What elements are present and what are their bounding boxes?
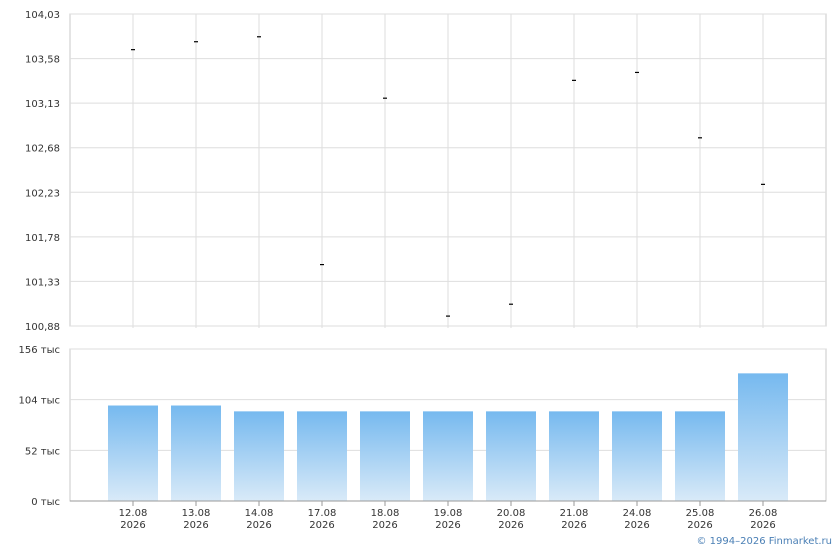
x-tick-label: 24.08 2026 [623, 508, 652, 531]
chart: 104,03 103,58 103,13 102,68 102,23 101,78 101,… [19, 10, 827, 531]
price-y-tick-label: 102,68 [25, 144, 60, 155]
price-y-tick-label: 100,88 [25, 322, 60, 333]
volume-bar [234, 411, 284, 501]
volume-bar [486, 411, 536, 501]
volume-y-tick-label: 52 тыс [25, 446, 60, 457]
x-tick-label: 18.08 2026 [371, 508, 400, 531]
volume-bar [171, 405, 221, 501]
price-y-tick-label: 104,03 [25, 10, 60, 21]
x-axis: 12.08 2026 13.08 2026 14.08 2026 17.08 2026 18.0… [70, 500, 826, 531]
volume-bar [675, 411, 725, 501]
volume-bar [549, 411, 599, 501]
x-tick-label: 19.08 2026 [434, 508, 463, 531]
volume-bar [360, 411, 410, 501]
x-tick-label: 17.08 2026 [308, 508, 337, 531]
volume-y-tick-label: 104 тыс [19, 396, 60, 407]
volume-y-tick-label: 156 тыс [19, 345, 60, 356]
x-tick-label: 26.08 2026 [749, 508, 778, 531]
x-tick-label: 25.08 2026 [686, 508, 715, 531]
price-y-tick-label: 102,23 [25, 188, 60, 199]
volume-bar [423, 411, 473, 501]
x-tick-label: 20.08 2026 [497, 508, 526, 531]
price-y-tick-label: 101,33 [25, 277, 60, 288]
price-y-tick-label: 101,78 [25, 233, 60, 244]
volume-panel: 156 тыс 104 тыс 52 тыс 0 тыс [19, 345, 827, 508]
x-tick-label: 14.08 2026 [245, 508, 274, 531]
volume-y-tick-label: 0 тыс [31, 497, 60, 508]
price-y-tick-label: 103,13 [25, 99, 60, 110]
volume-bar [738, 373, 788, 501]
volume-bar [108, 405, 158, 501]
price-panel: 104,03 103,58 103,13 102,68 102,23 101,78 101,… [25, 10, 827, 333]
volume-bar [297, 411, 347, 501]
x-tick-label: 13.08 2026 [182, 508, 211, 531]
x-tick-label: 12.08 2026 [119, 508, 148, 531]
volume-bar [612, 411, 662, 501]
x-tick-label: 21.08 2026 [560, 508, 589, 531]
price-y-tick-label: 103,58 [25, 55, 60, 66]
copyright[interactable]: © 1994–2026 Finmarket.ru [696, 536, 832, 547]
